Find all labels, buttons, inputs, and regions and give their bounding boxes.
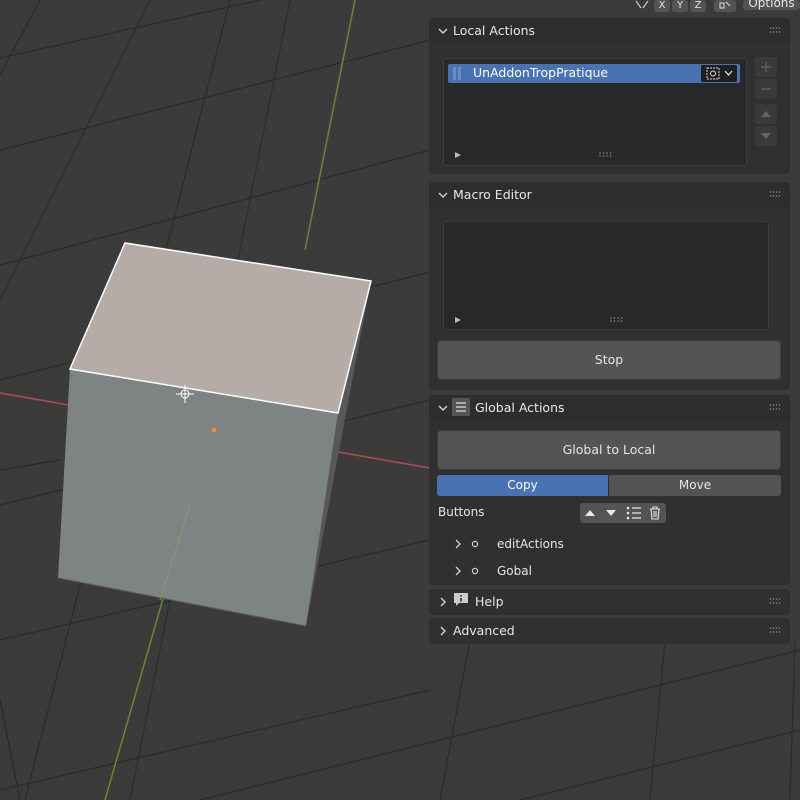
mirror-icon[interactable]	[634, 0, 650, 12]
axis-z-button[interactable]: Z	[690, 0, 706, 12]
dot-icon	[471, 567, 479, 575]
expand-filter-icon[interactable]	[454, 316, 462, 324]
list-menu-icon	[452, 398, 470, 416]
list-icon[interactable]	[625, 505, 643, 521]
item-icon-dropdown[interactable]	[701, 65, 737, 82]
chevron-down-icon	[438, 192, 448, 199]
drag-grip-icon[interactable]	[769, 597, 781, 605]
drag-grip-icon[interactable]	[769, 26, 781, 34]
global-actions-panel: Global Actions Global to Local Copy Move…	[429, 395, 790, 585]
global-to-local-button[interactable]: Global to Local	[437, 430, 781, 470]
triangle-up-icon[interactable]	[583, 506, 597, 520]
resize-grip-icon[interactable]	[610, 317, 624, 322]
trash-icon[interactable]	[647, 505, 663, 521]
drag-grip-icon[interactable]	[769, 626, 781, 634]
move-up-button[interactable]	[755, 104, 777, 124]
global-actions-title: Global Actions	[475, 400, 565, 415]
chevron-right-icon	[440, 597, 446, 607]
macro-list[interactable]	[443, 221, 769, 330]
expand-filter-icon[interactable]	[454, 151, 462, 159]
drag-handle-icon[interactable]	[453, 67, 463, 80]
chevron-right-icon[interactable]	[453, 538, 463, 550]
remove-button[interactable]	[755, 79, 777, 99]
local-actions-header[interactable]: Local Actions	[429, 18, 790, 44]
snap-icon	[719, 1, 731, 9]
copy-move-toggle: Copy Move	[437, 475, 781, 496]
triangle-down-icon[interactable]	[604, 506, 618, 520]
move-button[interactable]: Move	[609, 475, 781, 496]
local-actions-panel: Local Actions UnAddonTropPratique	[429, 18, 790, 174]
minus-icon	[761, 88, 771, 90]
resize-grip-icon[interactable]	[599, 152, 613, 157]
triangle-down-icon	[761, 133, 771, 139]
help-title: Help	[475, 594, 504, 609]
global-actions-header[interactable]: Global Actions	[429, 395, 790, 421]
macro-editor-title: Macro Editor	[453, 187, 532, 202]
object-icon	[706, 67, 720, 80]
axis-y-button[interactable]: Y	[672, 0, 688, 12]
macro-editor-header[interactable]: Macro Editor	[429, 182, 790, 208]
origin-dot	[211, 427, 217, 433]
tree-item-label: Gobal	[497, 564, 532, 578]
snap-button[interactable]	[714, 0, 736, 12]
chevron-down-icon	[724, 70, 733, 76]
list-item-selected[interactable]: UnAddonTropPratique	[448, 64, 740, 83]
chevron-down-icon	[438, 405, 448, 412]
macro-editor-panel: Macro Editor Stop	[429, 182, 790, 390]
local-actions-title: Local Actions	[453, 23, 536, 38]
help-panel[interactable]: Help	[429, 589, 790, 615]
stop-button[interactable]: Stop	[437, 340, 781, 380]
move-down-button[interactable]	[755, 126, 777, 146]
chevron-right-icon	[440, 626, 446, 636]
drag-grip-icon[interactable]	[769, 403, 781, 411]
tree-item[interactable]: Gobal	[429, 559, 790, 583]
buttons-label: Buttons	[438, 505, 485, 519]
plus-icon	[761, 62, 771, 72]
drag-grip-icon[interactable]	[769, 190, 781, 198]
viewport-header: X Y Z Options	[630, 0, 800, 12]
triangle-up-icon	[761, 111, 771, 117]
options-button[interactable]: Options	[743, 0, 800, 10]
advanced-title: Advanced	[453, 623, 515, 638]
button-tools	[580, 503, 666, 523]
info-icon	[453, 592, 469, 608]
axis-x-button[interactable]: X	[654, 0, 670, 12]
chevron-right-icon[interactable]	[453, 565, 463, 577]
advanced-panel[interactable]: Advanced	[429, 618, 790, 644]
local-actions-list[interactable]: UnAddonTropPratique	[443, 58, 747, 166]
add-button[interactable]	[755, 57, 777, 77]
tree-item[interactable]: editActions	[429, 532, 790, 556]
list-item-label: UnAddonTropPratique	[473, 65, 609, 80]
dot-icon	[471, 540, 479, 548]
tree-item-label: editActions	[497, 537, 564, 551]
copy-button[interactable]: Copy	[437, 475, 608, 496]
chevron-down-icon	[438, 28, 448, 35]
